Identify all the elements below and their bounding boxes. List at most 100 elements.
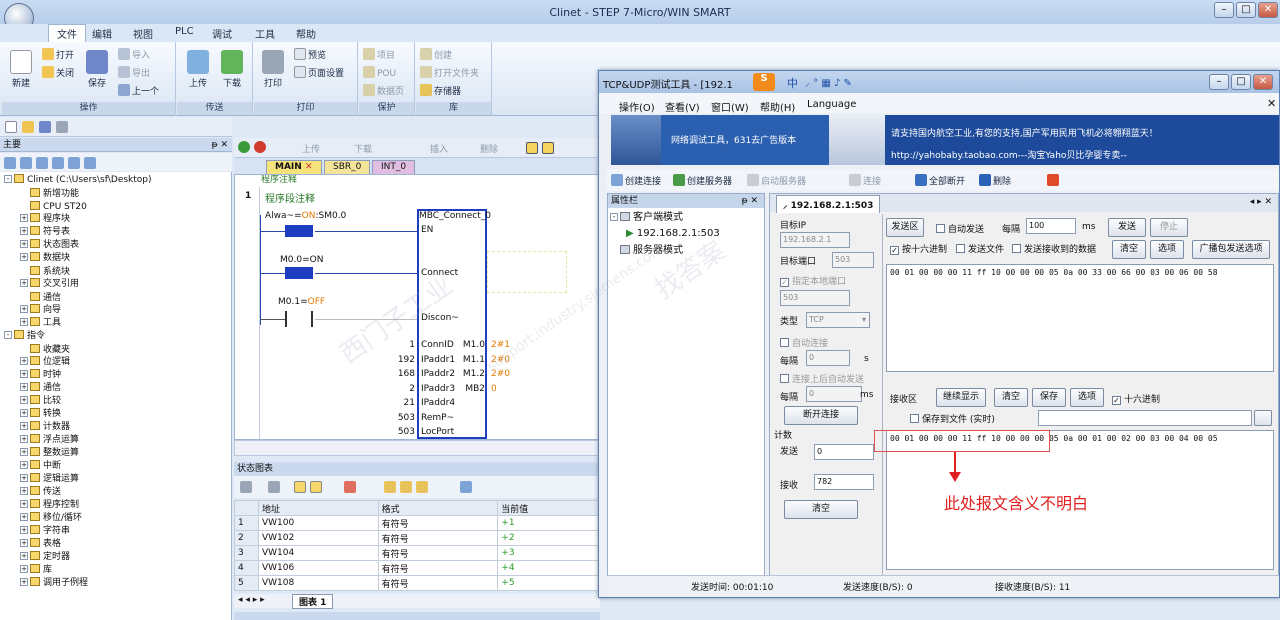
tree-view-icon[interactable]	[4, 157, 16, 169]
expand-box-icon[interactable]: +	[20, 305, 28, 313]
tree-item[interactable]: + 表格	[20, 538, 61, 550]
input-value[interactable]: 168	[385, 369, 415, 379]
expand-box-icon[interactable]: +	[20, 227, 28, 235]
expand-box-icon[interactable]: +	[20, 474, 28, 482]
tab-sbr0[interactable]: SBR_0	[324, 160, 371, 174]
output-value[interactable]: 2#0	[491, 355, 510, 365]
tree-item[interactable]: + 库	[20, 564, 52, 576]
save-icon[interactable]	[39, 121, 51, 133]
connect-button[interactable]: 连接	[849, 174, 881, 187]
editor-delete-button[interactable]: 删除	[480, 142, 498, 155]
tree-item[interactable]: + 工具	[20, 317, 61, 329]
lock-icon[interactable]	[416, 481, 428, 493]
chart-tool-icon[interactable]	[294, 481, 306, 493]
table-cell[interactable]: VW100	[257, 515, 379, 531]
new-icon[interactable]	[5, 121, 17, 133]
target-ip-field[interactable]: 192.168.2.1	[780, 232, 850, 248]
connection-tab[interactable]: ⸝ 192.168.2.1:503	[776, 195, 881, 213]
expand-box-icon[interactable]: +	[20, 318, 28, 326]
local-port-field[interactable]: 503	[780, 290, 850, 306]
expand-box-icon[interactable]: +	[20, 435, 28, 443]
output-value[interactable]: 0	[491, 384, 497, 394]
tree-item[interactable]: CPU ST20	[20, 200, 87, 212]
chart-tool-icon[interactable]	[268, 481, 280, 493]
tcp-menu-window[interactable]: 窗口(W)	[711, 99, 749, 114]
ad-banner[interactable]: 网络调试工具，631去广告版本 请支持国内航空工业,有您的支持,国产军用民用飞机…	[611, 115, 1279, 165]
tree-item[interactable]: 新增功能	[20, 187, 79, 199]
download-button[interactable]: 下载	[221, 50, 243, 89]
save-recv-button[interactable]: 保存	[1032, 388, 1066, 407]
tree-item[interactable]: + 传送	[20, 486, 61, 498]
save-button[interactable]: 保存	[86, 50, 108, 89]
table-row[interactable]: 3 VW104 有符号 +3	[234, 545, 600, 561]
tree-item[interactable]: - Clinet (C:\Users\sf\Desktop)	[4, 174, 152, 186]
expand-box-icon[interactable]: -	[4, 175, 12, 183]
send-received-checkbox[interactable]: 发送接收到的数据	[1012, 242, 1096, 255]
pin-icon[interactable]: ᵽ ✕	[212, 138, 228, 152]
contact-3[interactable]	[285, 311, 313, 327]
tcp-mdi-close-icon[interactable]: ✕	[1267, 97, 1276, 110]
tree-view-icon[interactable]	[52, 157, 64, 169]
tree-item[interactable]: + 调用子例程	[20, 577, 88, 589]
table-row[interactable]: 5 VW108 有符号 +5	[234, 575, 600, 591]
expand-box-icon[interactable]: +	[20, 552, 28, 560]
disconnect-button[interactable]: 断开连接	[784, 406, 858, 425]
tab-int0[interactable]: INT_0	[372, 160, 416, 174]
expand-box-icon[interactable]: +	[20, 214, 28, 222]
expand-box-icon[interactable]: +	[20, 240, 28, 248]
continue-show-button[interactable]: 继续显示	[936, 388, 986, 407]
table-cell[interactable]: VW102	[257, 530, 379, 546]
monitor-icon[interactable]	[542, 142, 554, 154]
contact-1[interactable]	[285, 225, 313, 237]
preview-button[interactable]: 预览	[294, 48, 326, 61]
type-select[interactable]: TCP ▾	[806, 312, 870, 328]
tree-view-icon[interactable]	[68, 157, 80, 169]
contact-2[interactable]	[285, 267, 313, 279]
table-cell[interactable]: +2	[497, 530, 600, 546]
table-header[interactable]: 地址	[257, 500, 379, 516]
run-icon[interactable]	[238, 141, 250, 153]
tcp-menu-operate[interactable]: 操作(O)	[619, 99, 655, 114]
chart-tool-icon[interactable]	[240, 481, 252, 493]
table-cell[interactable]: +1	[497, 515, 600, 531]
input-value[interactable]: 192	[385, 355, 415, 365]
tree-item[interactable]: + 状态图表	[20, 239, 79, 251]
ime-tools-icon[interactable]: ⸝ ° ▦ ♪ ✎	[805, 75, 852, 89]
tcp-menu-view[interactable]: 查看(V)	[665, 99, 700, 114]
menu-plc[interactable]: PLC	[175, 26, 194, 37]
table-header[interactable]: 格式	[377, 500, 499, 516]
save-to-file-checkbox[interactable]: 保存到文件 (实时)	[910, 412, 995, 425]
input-value[interactable]: 503	[385, 413, 415, 423]
lock-icon[interactable]	[400, 481, 412, 493]
tree-view-icon[interactable]	[84, 157, 96, 169]
open-folder-lib-button[interactable]: 打开文件夹	[420, 66, 479, 79]
broadcast-options-button[interactable]: 广播包发送选项	[1192, 240, 1270, 259]
tree-item[interactable]: - 指令	[4, 330, 45, 342]
browse-button[interactable]	[1254, 410, 1272, 426]
expand-box-icon[interactable]: +	[20, 526, 28, 534]
tree-server-mode[interactable]: 服务器模式	[610, 244, 683, 256]
tree-item[interactable]: + 程序块	[20, 213, 70, 225]
create-server-button[interactable]: 创建服务器	[673, 174, 732, 187]
menu-debug[interactable]: 调试	[212, 26, 232, 41]
close-button[interactable]: ✕	[1258, 2, 1278, 18]
tree-item[interactable]: + 比较	[20, 395, 61, 407]
stop-icon[interactable]	[254, 141, 266, 153]
input-value[interactable]: 1	[385, 340, 415, 350]
menu-help[interactable]: 帮助	[296, 26, 316, 41]
tree-item[interactable]: + 程序控制	[20, 499, 79, 511]
clear-send-button[interactable]: 清空	[1112, 240, 1146, 259]
sheet-nav-icon[interactable]: ◂ ◂ ▸ ▸	[238, 595, 265, 605]
page-setup-button[interactable]: 页面设置	[294, 66, 344, 79]
table-cell[interactable]: +3	[497, 545, 600, 561]
output-value[interactable]: 2#0	[491, 369, 510, 379]
table-cell[interactable]: VW104	[257, 545, 379, 561]
table-cell[interactable]: 5	[234, 575, 259, 591]
tree-view-icon[interactable]	[20, 157, 32, 169]
upload-button[interactable]: 上传	[187, 50, 209, 89]
table-cell[interactable]: 4	[234, 560, 259, 576]
expand-box-icon[interactable]: +	[20, 565, 28, 573]
table-cell[interactable]: 3	[234, 545, 259, 561]
expand-box-icon[interactable]: +	[20, 357, 28, 365]
new-button[interactable]: 新建	[10, 50, 32, 89]
